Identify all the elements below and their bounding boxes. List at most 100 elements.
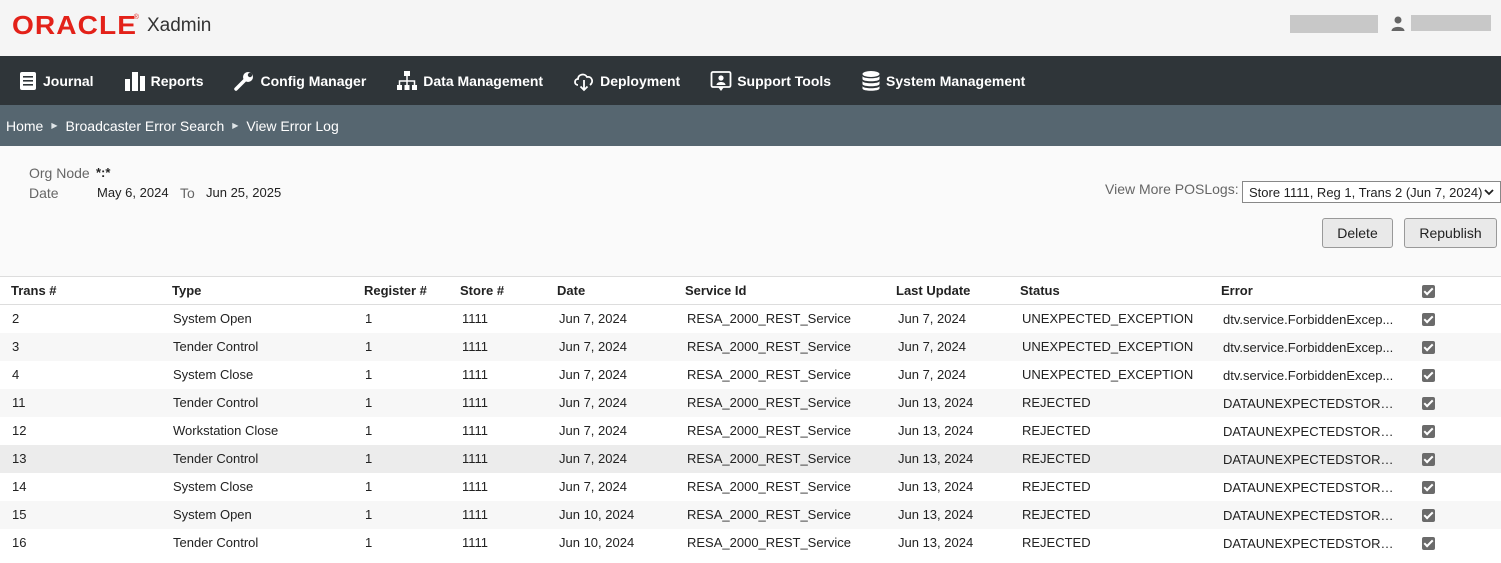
- cell-trans: 4: [12, 367, 20, 382]
- breadcrumb-home[interactable]: Home: [6, 118, 43, 134]
- oracle-logo[interactable]: ORACLE ® Xadmin: [12, 10, 211, 41]
- breadcrumb-view-error-log: View Error Log: [246, 117, 339, 134]
- cell-type: Tender Control: [173, 535, 259, 550]
- cell-status: REJECTED: [1022, 423, 1091, 438]
- org-node-label: Org Node: [29, 165, 90, 181]
- filter-panel: Org Node *:* Date May 6, 2024 To Jun 25,…: [0, 146, 1501, 276]
- redacted-username[interactable]: [1411, 15, 1491, 31]
- col-header-store[interactable]: Store #: [449, 276, 546, 305]
- date-label: Date: [29, 185, 59, 201]
- table-row[interactable]: 14 System Close 1 1111 Jun 7, 2024 RESA_…: [0, 473, 1501, 501]
- breadcrumb: Home ▶ Broadcaster Error Search ▶ View E…: [0, 105, 1501, 146]
- table-header-row: Trans # Type Register # Store # Date Ser…: [0, 276, 1501, 305]
- cell-register: 1: [365, 311, 373, 327]
- date-from-value: May 6, 2024: [97, 185, 169, 200]
- user-icon[interactable]: [1390, 14, 1406, 32]
- cell-status: REJECTED: [1009, 500, 1210, 529]
- col-header-status[interactable]: Status: [1009, 276, 1210, 305]
- database-icon: [862, 70, 880, 91]
- row-checkbox[interactable]: [1422, 425, 1435, 439]
- cell-status: UNEXPECTED_EXCEPTION: [1009, 332, 1210, 361]
- row-checkbox[interactable]: [1422, 313, 1435, 327]
- table-row[interactable]: 13 Tender Control 1 1111 Jun 7, 2024 RES…: [0, 444, 1501, 473]
- cell-error[interactable]: dtv.service.ForbiddenExcep...: [1223, 368, 1401, 383]
- cell-register: 1: [365, 479, 373, 494]
- cell-error[interactable]: DATAUNEXPECTEDSTORED...: [1223, 536, 1401, 551]
- cell-error[interactable]: DATAUNEXPECTEDSTORED...: [1223, 424, 1401, 439]
- cell-register: 1: [353, 444, 449, 473]
- nav-label: Config Manager: [260, 72, 367, 89]
- nav-reports[interactable]: Reports: [124, 71, 203, 91]
- nav-data-management[interactable]: Data Management: [396, 70, 543, 92]
- republish-button[interactable]: Republish: [1404, 218, 1497, 248]
- view-more-poslogs-select[interactable]: Store 1111, Reg 1, Trans 2 (Jun 7, 2024): [1242, 181, 1501, 203]
- cell-error[interactable]: DATAUNEXPECTEDSTORED...: [1223, 452, 1401, 467]
- row-checkbox[interactable]: [1422, 369, 1435, 383]
- cell-trans: 14: [12, 479, 27, 494]
- delete-button[interactable]: Delete: [1322, 218, 1393, 248]
- select-all-checkbox-cell: [1411, 276, 1501, 305]
- select-all-checkbox[interactable]: [1422, 285, 1435, 299]
- cell-status: UNEXPECTED_EXCEPTION: [1022, 311, 1194, 327]
- app-header: ORACLE ® Xadmin: [0, 0, 1501, 56]
- col-header-type[interactable]: Type: [161, 276, 353, 305]
- col-header-last-update[interactable]: Last Update: [885, 276, 1009, 305]
- col-header-register[interactable]: Register #: [353, 276, 449, 305]
- table-row[interactable]: 2 System Open 1 1111 Jun 7, 2024 RESA_20…: [0, 305, 1501, 333]
- nav-label: Deployment: [600, 72, 681, 89]
- cell-error[interactable]: dtv.service.ForbiddenExcep...: [1223, 340, 1401, 355]
- cell-trans: 16: [12, 535, 27, 550]
- cell-trans: 11: [0, 388, 161, 417]
- row-checkbox[interactable]: [1422, 341, 1435, 355]
- row-checkbox[interactable]: [1422, 509, 1435, 523]
- col-header-trans[interactable]: Trans #: [0, 276, 161, 305]
- cell-date: Jun 7, 2024: [559, 311, 627, 327]
- table-row[interactable]: 15 System Open 1 1111 Jun 10, 2024 RESA_…: [0, 500, 1501, 529]
- table-row[interactable]: 11 Tender Control 1 1111 Jun 7, 2024 RES…: [0, 388, 1501, 417]
- cell-trans: 15: [0, 500, 161, 529]
- col-header-date[interactable]: Date: [546, 276, 674, 305]
- table-row[interactable]: 16 Tender Control 1 1111 Jun 10, 2024 RE…: [0, 529, 1501, 557]
- cell-store: 1111: [462, 479, 489, 494]
- nav-config-manager[interactable]: Config Manager: [233, 70, 366, 92]
- cell-service-id: RESA_2000_REST_Service: [687, 535, 852, 550]
- table-row[interactable]: 12 Workstation Close 1 1111 Jun 7, 2024 …: [0, 417, 1501, 445]
- nav-deployment[interactable]: Deployment: [573, 70, 680, 92]
- nav-support-tools[interactable]: Support Tools: [710, 70, 831, 92]
- cell-service-id: RESA_2000_REST_Service: [687, 367, 852, 382]
- cell-error[interactable]: dtv.service.ForbiddenExcep...: [1223, 312, 1401, 327]
- row-checkbox[interactable]: [1422, 481, 1435, 495]
- cell-register: 1: [353, 388, 449, 417]
- cell-last-update: Jun 13, 2024: [898, 479, 974, 494]
- cell-type: System Close: [173, 367, 254, 382]
- support-icon: [710, 70, 732, 91]
- row-checkbox[interactable]: [1422, 537, 1435, 551]
- cell-error[interactable]: DATAUNEXPECTEDSTORED...: [1223, 480, 1401, 495]
- main-nav: Journal Reports Config Manager Data Mana…: [0, 56, 1501, 105]
- breadcrumb-broadcaster-error-search[interactable]: Broadcaster Error Search: [66, 118, 225, 134]
- nav-journal[interactable]: Journal: [18, 71, 94, 91]
- col-header-service-id[interactable]: Service Id: [674, 276, 885, 305]
- col-header-error[interactable]: Error: [1210, 276, 1411, 305]
- cell-register: 1: [353, 500, 449, 529]
- cell-error[interactable]: DATAUNEXPECTEDSTORED...: [1223, 508, 1401, 523]
- cell-store: 1111: [449, 444, 546, 473]
- cell-store: 1111: [462, 423, 489, 438]
- cell-error[interactable]: DATAUNEXPECTEDSTORED...: [1223, 396, 1401, 411]
- cell-store: 1111: [449, 388, 546, 417]
- row-checkbox[interactable]: [1422, 397, 1435, 411]
- cell-status: UNEXPECTED_EXCEPTION: [1022, 367, 1194, 382]
- cell-date: Jun 7, 2024: [559, 367, 627, 382]
- cell-date: Jun 10, 2024: [546, 500, 674, 529]
- date-to-value: Jun 25, 2025: [206, 185, 282, 200]
- chevron-down-icon: [1484, 189, 1494, 196]
- row-checkbox[interactable]: [1422, 453, 1435, 467]
- cell-type: System Open: [161, 500, 353, 529]
- cloud-download-icon: [574, 73, 594, 91]
- table-row[interactable]: 4 System Close 1 1111 Jun 7, 2024 RESA_2…: [0, 361, 1501, 389]
- cell-last-update: Jun 7, 2024: [898, 367, 966, 382]
- cell-register: 1: [365, 367, 373, 382]
- breadcrumb-separator-icon: ▶: [51, 121, 58, 130]
- nav-system-management[interactable]: System Management: [861, 70, 1025, 92]
- table-row[interactable]: 3 Tender Control 1 1111 Jun 7, 2024 RESA…: [0, 332, 1501, 361]
